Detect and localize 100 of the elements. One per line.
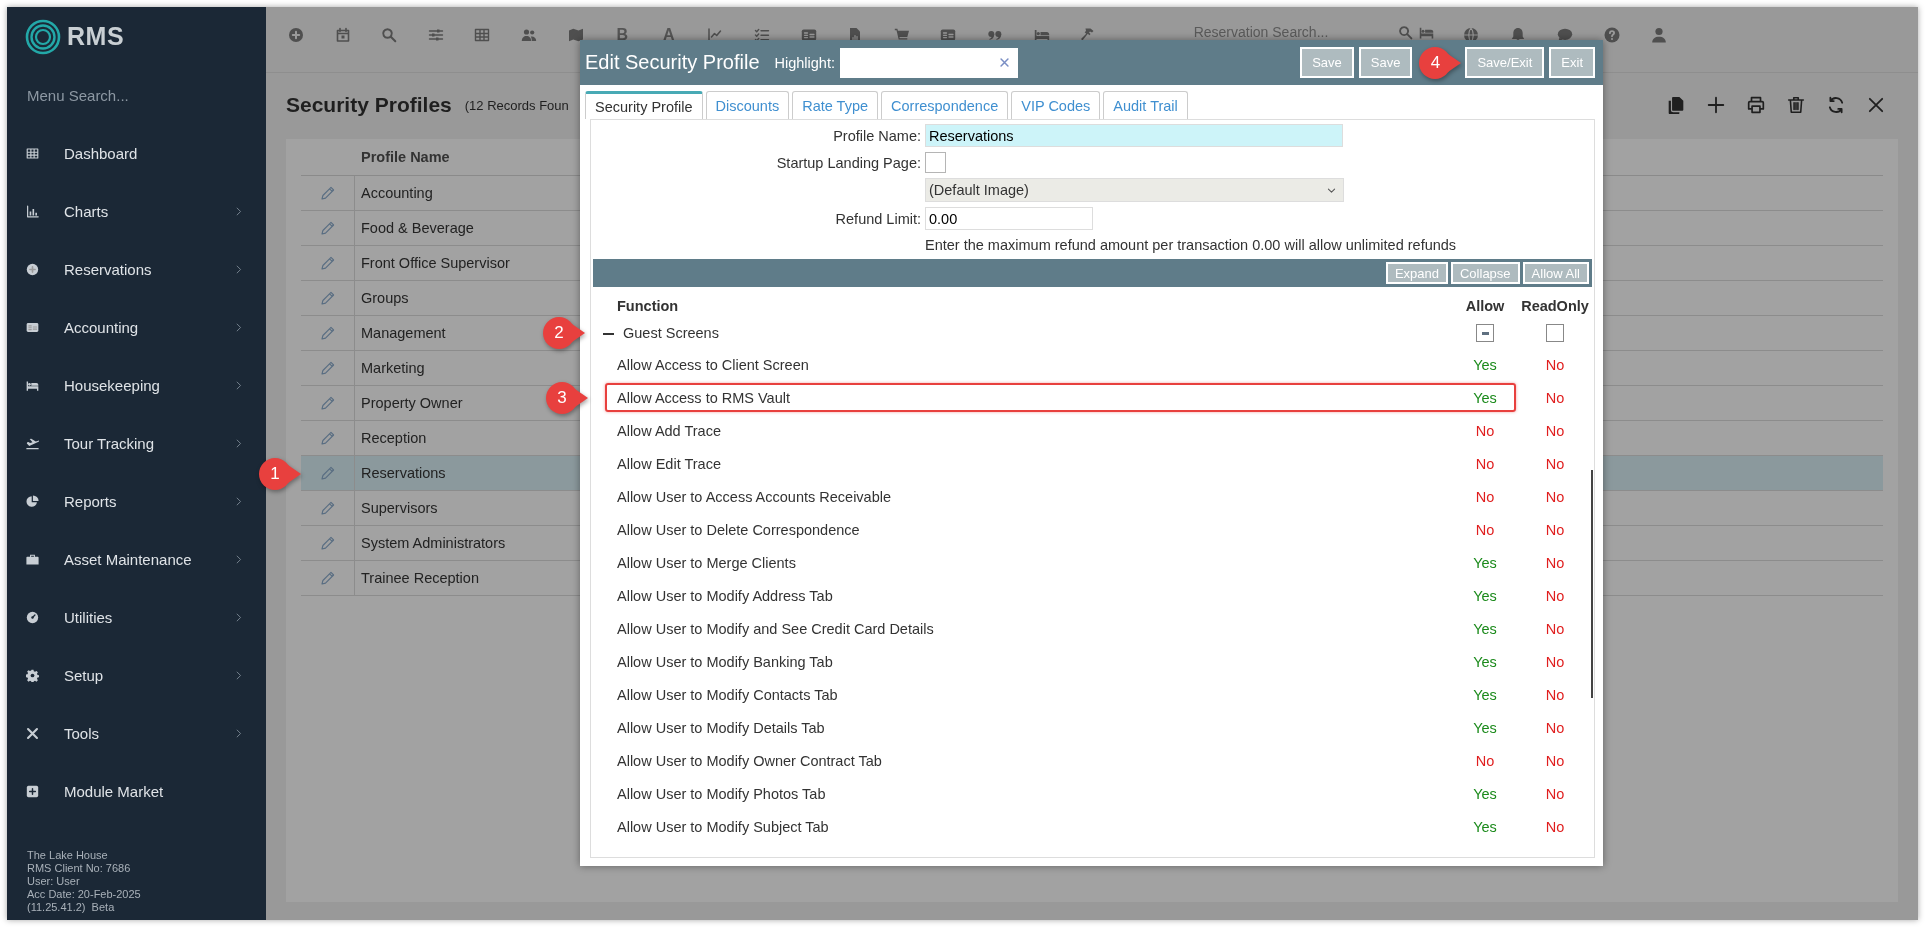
read-only-value[interactable]: No [1520,653,1590,670]
sidebar-item[interactable]: Module Market [64,782,244,800]
allow-value[interactable]: Yes [1450,554,1520,571]
image-dropdown[interactable]: (Default Image) [925,178,1344,202]
bed-icon[interactable] [26,378,39,392]
sidebar-item[interactable]: Housekeeping [64,376,233,394]
help-icon[interactable] [1603,27,1620,43]
read-only-value[interactable]: No [1520,356,1590,373]
letter-icon[interactable]: B [614,27,631,43]
read-only-value[interactable]: No [1520,785,1590,802]
print-icon[interactable] [1747,96,1765,114]
group-label[interactable]: Guest Screens [623,325,719,341]
card-icon[interactable] [26,320,39,334]
search-icon[interactable] [381,27,398,43]
pencil-icon[interactable] [319,430,336,446]
scrollbar[interactable] [1591,470,1593,698]
pencil-icon[interactable] [319,185,336,201]
sidebar-item[interactable]: Accounting [64,318,233,336]
read-only-value[interactable]: No [1520,752,1590,769]
pencil-icon[interactable] [319,325,336,341]
checklist-icon[interactable] [753,27,770,43]
sidebar-item[interactable]: Setup [64,666,233,684]
allow-value[interactable]: Yes [1450,389,1520,406]
pencil-icon[interactable] [319,570,336,586]
sidebar-item[interactable]: Charts [64,202,233,220]
sidebar-item[interactable]: Tour Tracking [64,434,233,452]
close-icon[interactable] [1867,96,1885,114]
refund-limit-field[interactable]: 0.00 [925,207,1093,230]
pencil-icon[interactable] [319,535,336,551]
pencil-icon[interactable] [319,395,336,411]
pencil-icon[interactable] [319,220,336,236]
settings-icon[interactable] [26,668,39,682]
read-only-value[interactable]: No [1520,587,1590,604]
read-only-value[interactable]: No [1520,818,1590,835]
allow-value[interactable]: No [1450,488,1520,505]
pencil-icon[interactable] [319,360,336,376]
tab[interactable]: Security Profile [585,91,703,119]
briefcase-icon[interactable] [26,552,39,566]
allow-value[interactable]: Yes [1450,620,1520,637]
money-card-icon[interactable] [940,27,957,43]
checkbox[interactable] [1546,324,1564,342]
sliders-icon[interactable] [427,27,444,43]
read-only-value[interactable]: No [1520,620,1590,637]
users-icon[interactable] [520,27,537,43]
sidebar-item[interactable]: Tools [64,724,233,742]
bar-chart-icon[interactable] [26,204,39,218]
bell-icon[interactable] [1509,27,1526,43]
reservation-search-field[interactable]: Reservation Search... [1193,24,1392,40]
read-only-value[interactable]: No [1520,389,1590,406]
read-only-value[interactable]: No [1520,719,1590,736]
money-card-icon[interactable] [800,27,817,43]
calendar-icon[interactable] [334,27,351,43]
plus-square-icon[interactable] [26,784,39,798]
read-only-value[interactable]: No [1520,455,1590,472]
plus-circle-icon[interactable] [26,262,39,276]
read-only-value[interactable]: No [1520,422,1590,439]
clear-icon[interactable] [998,57,1010,68]
pencil-icon[interactable] [319,290,336,306]
cart-icon[interactable] [893,27,910,43]
sidebar-item[interactable]: Dashboard [64,144,244,162]
plane-icon[interactable] [26,436,39,450]
allow-value[interactable]: No [1450,521,1520,538]
sidebar-item[interactable]: Reservations [64,260,233,278]
user-icon[interactable] [1650,27,1667,43]
allow-value[interactable]: No [1450,422,1520,439]
tab[interactable]: Discounts [705,91,790,119]
search-icon[interactable] [1397,24,1413,40]
checkbox[interactable] [925,152,946,173]
sidebar-item[interactable]: Utilities [64,608,233,626]
read-only-value[interactable]: No [1520,488,1590,505]
read-only-value[interactable]: No [1520,686,1590,703]
allow-value[interactable]: Yes [1450,587,1520,604]
grid-icon[interactable] [474,27,491,43]
pencil-icon[interactable] [319,500,336,516]
letter-icon[interactable]: A [660,27,677,43]
pie-chart-icon[interactable] [26,494,39,508]
allow-value[interactable]: Yes [1450,686,1520,703]
sidebar-item[interactable]: Reports [64,492,233,510]
allow-value[interactable]: Yes [1450,653,1520,670]
allow-value[interactable]: Yes [1450,818,1520,835]
trash-icon[interactable] [1787,96,1805,114]
allow-value[interactable]: No [1450,752,1520,769]
allow-value[interactable]: Yes [1450,719,1520,736]
tab[interactable]: Rate Type [792,91,879,119]
chat-icon[interactable] [1556,27,1573,43]
read-only-value[interactable]: No [1520,521,1590,538]
tab[interactable]: Correspondence [881,91,1009,119]
copy-icon[interactable] [1667,96,1685,114]
allow-value[interactable]: Yes [1450,356,1520,373]
pencil-icon[interactable] [319,255,336,271]
tools-icon[interactable] [26,726,39,740]
allow-value[interactable]: No [1450,455,1520,472]
read-only-value[interactable]: No [1520,554,1590,571]
refresh-icon[interactable] [1827,96,1845,114]
map-icon[interactable] [567,27,584,43]
sidebar-item[interactable]: Asset Maintenance [64,550,233,568]
checkbox[interactable] [1476,324,1494,342]
dial-icon[interactable] [26,610,39,624]
tab[interactable]: Audit Trail [1103,91,1188,119]
allow-value[interactable]: Yes [1450,785,1520,802]
